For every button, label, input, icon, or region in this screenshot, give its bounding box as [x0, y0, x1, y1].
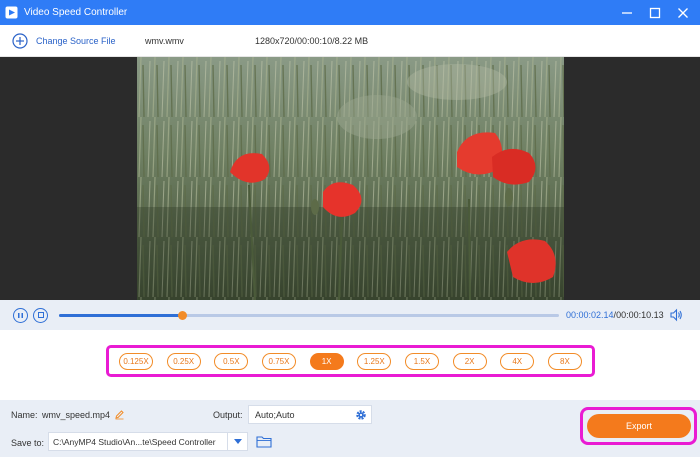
playback-controls: 00:00:02.14/00:00:10.13: [0, 300, 700, 330]
export-button[interactable]: Export: [587, 414, 691, 438]
volume-icon[interactable]: [669, 308, 683, 322]
speed-option-0-5x[interactable]: 0.5X: [214, 352, 249, 370]
speed-option-8x[interactable]: 8X: [547, 352, 582, 370]
timeline-progress: [59, 314, 182, 317]
video-frame-image: [137, 57, 564, 300]
speed-option-2x[interactable]: 2X: [452, 352, 487, 370]
folder-icon[interactable]: [256, 435, 272, 448]
speed-panel: 0.125X 0.25X 0.5X 0.75X 1X 1.25X 1.5X 2X 4X 8X: [0, 330, 700, 400]
source-filename: wmv.wmv: [145, 35, 184, 46]
output-name-value: wmv_speed.mp4: [42, 410, 111, 420]
save-path-value: C:\AnyMP4 Studio\An...te\Speed Controlle…: [53, 436, 216, 447]
timeline-slider[interactable]: [59, 311, 559, 320]
speed-option-1-25x[interactable]: 1.25X: [357, 352, 392, 370]
name-label: Name:: [11, 410, 38, 420]
source-file-info: 1280x720/00:00:10/8.22 MB: [255, 35, 369, 46]
speed-option-0-25x[interactable]: 0.25X: [166, 352, 201, 370]
speed-option-1-5x[interactable]: 1.5X: [404, 352, 439, 370]
output-label: Output:: [213, 410, 243, 420]
change-source-file-button[interactable]: Change Source File: [12, 32, 116, 49]
window-controls: [620, 6, 690, 20]
title-bar: Video Speed Controller: [0, 0, 700, 25]
minimize-icon[interactable]: [620, 6, 634, 20]
gear-icon[interactable]: [355, 409, 367, 421]
time-readout: 00:00:02.14/00:00:10.13: [566, 310, 664, 320]
speed-options: 0.125X 0.25X 0.5X 0.75X 1X 1.25X 1.5X 2X 4X 8X: [106, 345, 595, 377]
pause-icon[interactable]: [13, 307, 28, 323]
speed-option-4x[interactable]: 4X: [500, 352, 535, 370]
save-to-label: Save to:: [11, 438, 45, 448]
total-time: 00:00:10.13: [616, 310, 664, 320]
save-path-field[interactable]: C:\AnyMP4 Studio\An...te\Speed Controlle…: [48, 432, 228, 451]
app-logo-icon: [5, 6, 18, 19]
pencil-icon[interactable]: [114, 409, 125, 420]
plus-circle-icon: [12, 32, 28, 49]
chevron-down-icon[interactable]: [228, 432, 248, 451]
toolbar: Change Source File wmv.wmv 1280x720/00:0…: [0, 25, 700, 57]
close-icon[interactable]: [676, 6, 690, 20]
window-title: Video Speed Controller: [24, 7, 128, 18]
maximize-icon[interactable]: [648, 6, 662, 20]
speed-option-1x[interactable]: 1X: [309, 352, 344, 370]
current-time: 00:00:02.14: [566, 310, 614, 320]
output-format-value: Auto;Auto: [255, 409, 295, 420]
speed-option-0-75x[interactable]: 0.75X: [261, 352, 296, 370]
video-frame[interactable]: [137, 57, 564, 300]
export-highlight: Export: [580, 407, 697, 445]
speed-option-0-125x[interactable]: 0.125X: [119, 352, 153, 370]
output-format-field[interactable]: Auto;Auto: [248, 405, 372, 424]
stop-icon[interactable]: [33, 307, 48, 323]
change-source-file-label: Change Source File: [36, 35, 116, 46]
video-preview-area: [0, 57, 700, 300]
timeline-handle[interactable]: [177, 311, 187, 320]
